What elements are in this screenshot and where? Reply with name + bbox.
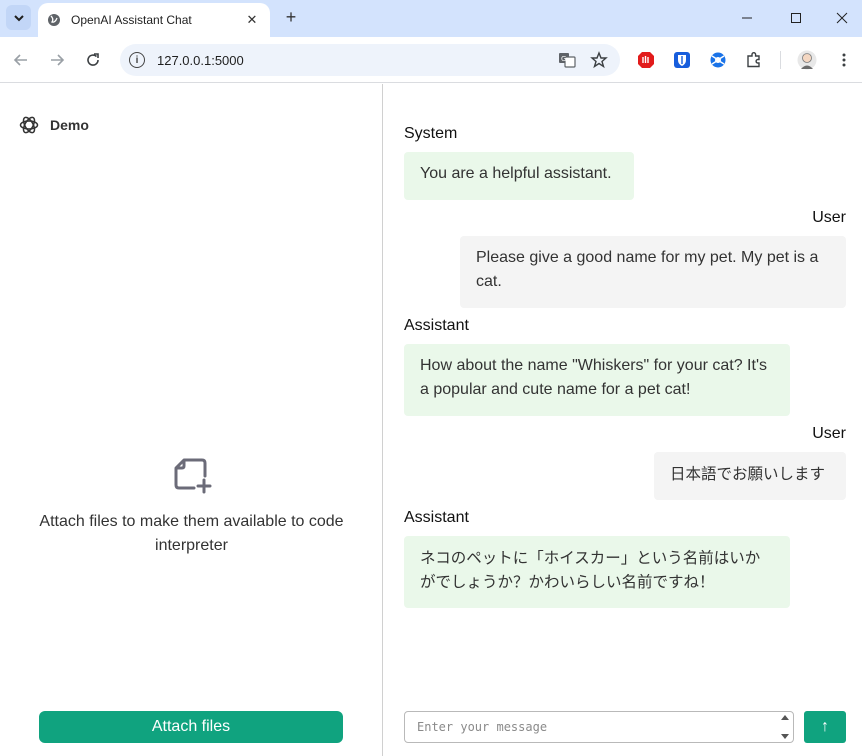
attach-empty-state: Attach files to make them available to c… <box>0 454 383 558</box>
tab-search-button[interactable] <box>6 5 31 30</box>
url-text[interactable]: 127.0.0.1:5000 <box>157 53 556 68</box>
assistant-message-bubble: ネコのペットに「ホイスカー」という名前はいかがでしょうか？かわいらしい名前ですね… <box>404 536 790 608</box>
minimize-button[interactable] <box>727 4 767 32</box>
brand-name: Demo <box>50 117 89 133</box>
browser-toolbar: i 127.0.0.1:5000 G <box>0 37 862 83</box>
tab-title: OpenAI Assistant Chat <box>71 13 192 27</box>
message-role-label: Assistant <box>404 509 469 526</box>
profile-avatar[interactable] <box>797 50 817 70</box>
bitwarden-extension-icon[interactable] <box>672 50 692 70</box>
minimize-icon <box>742 17 752 19</box>
maximize-icon <box>791 13 801 23</box>
file-add-icon <box>174 458 211 494</box>
browser-menu-button[interactable] <box>834 50 854 70</box>
send-button[interactable]: ↑ <box>804 711 846 743</box>
reload-button[interactable] <box>82 49 104 71</box>
close-icon <box>836 12 848 24</box>
arrow-right-icon <box>51 54 65 66</box>
maximize-button[interactable] <box>776 4 816 32</box>
message-role-label: User <box>812 425 846 442</box>
attach-description: Attach files to make them available to c… <box>39 513 344 554</box>
openai-logo-icon <box>19 116 39 134</box>
new-tab-button[interactable]: + <box>281 7 301 27</box>
message-input[interactable] <box>405 712 777 742</box>
message-input-box <box>404 711 794 743</box>
address-bar[interactable]: i 127.0.0.1:5000 G <box>120 44 620 76</box>
brand: Demo <box>18 114 89 136</box>
translate-icon[interactable]: G <box>556 49 578 71</box>
message-role-label: System <box>404 125 458 142</box>
close-window-button[interactable] <box>822 4 862 32</box>
system-message-bubble: You are a helpful assistant. <box>404 152 634 200</box>
chat-panel: System You are a helpful assistant. User… <box>384 84 862 756</box>
assistant-message-bubble: How about the name "Whiskers" for your c… <box>404 344 790 416</box>
input-spinner[interactable] <box>777 712 793 742</box>
user-message-bubble: Please give a good name for my pet. My p… <box>460 236 846 308</box>
forward-button[interactable] <box>46 49 68 71</box>
bookmark-star-icon[interactable] <box>588 49 610 71</box>
network-extension-icon[interactable] <box>708 50 728 70</box>
arrow-left-icon <box>13 54 27 66</box>
message-role-label: User <box>812 209 846 226</box>
browser-tab[interactable]: OpenAI Assistant Chat ✕ <box>38 3 270 37</box>
more-vertical-icon <box>842 53 846 67</box>
back-button[interactable] <box>10 49 32 71</box>
reload-icon <box>87 53 99 66</box>
sidebar: Demo Attach files to make them available… <box>0 84 383 756</box>
chevron-up-icon <box>781 715 789 720</box>
attach-files-button[interactable]: Attach files <box>39 711 343 743</box>
globe-icon <box>47 13 61 27</box>
svg-text:G: G <box>561 55 566 63</box>
extensions-puzzle-icon[interactable] <box>744 50 764 70</box>
toolbar-divider <box>780 51 781 69</box>
user-message-bubble: 日本語でお願いします <box>654 452 846 500</box>
message-role-label: Assistant <box>404 317 469 334</box>
info-icon[interactable]: i <box>129 52 145 68</box>
chevron-down-icon <box>13 14 24 21</box>
tab-strip: OpenAI Assistant Chat ✕ + <box>0 0 862 37</box>
chevron-down-icon <box>781 734 789 739</box>
tab-close-icon[interactable]: ✕ <box>242 10 262 30</box>
adblock-extension-icon[interactable] <box>636 50 656 70</box>
